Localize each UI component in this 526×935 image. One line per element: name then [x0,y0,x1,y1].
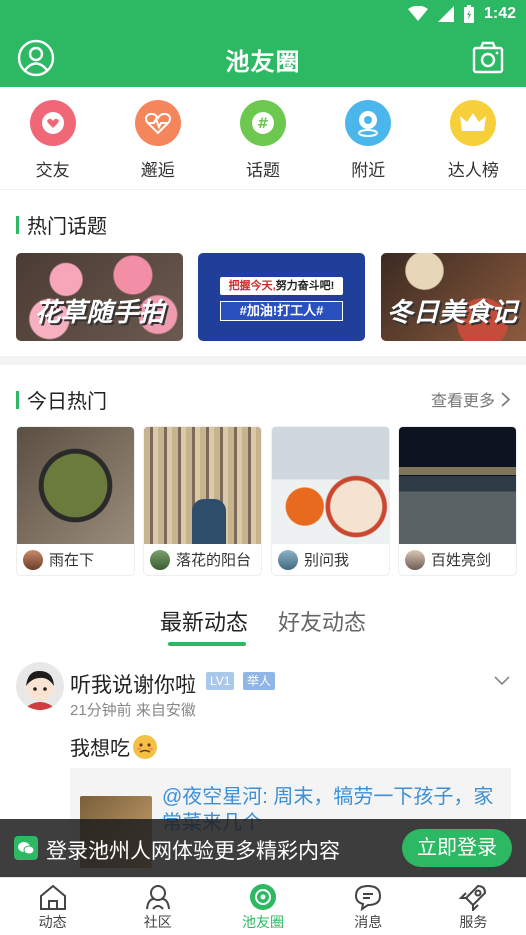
hot-user: 落花的阳台 [144,544,261,575]
topic-slogan-2: 努力奋斗吧! [275,280,335,292]
topic-text: 花草随手拍 [34,297,165,327]
hot-card[interactable]: 百姓亮剑 [398,426,517,576]
quick-label: 邂逅 [140,161,175,180]
hot-image [272,427,389,544]
app-root: 1:42 池友圈 交友 邂逅 # 话题 附近 达人榜 热门话题 花草随手拍 把握… [0,0,526,935]
section-title: 今日热门 [27,391,107,413]
avatar [405,549,425,570]
quick-menu: 交友 邂逅 # 话题 附近 达人榜 [0,87,526,190]
message-icon [355,884,382,911]
quick-label: 附近 [351,161,386,180]
today-hot-header: 今日热门 [16,385,107,414]
hot-image [17,427,134,544]
location-icon [345,100,392,146]
section-accent-bar [16,390,19,409]
status-bar: 1:42 [0,0,526,30]
login-button[interactable]: 立即登录 [402,829,512,867]
heart-icon [29,100,76,146]
quick-item-topics[interactable]: # 话题 [210,87,315,189]
topic-card-food[interactable]: 冬日美食记 [381,253,526,341]
tab-active-indicator [168,642,246,646]
avatar [150,549,170,570]
hot-username: 别问我 [304,552,350,569]
avatar [23,549,43,570]
quick-item-nearby[interactable]: 附近 [316,87,421,189]
quick-label: 达人榜 [447,161,499,180]
hot-username: 百姓亮剑 [431,552,492,569]
nav-item-community[interactable]: 社区 [105,878,210,935]
topic-text: #加油!打工人# [220,301,343,321]
home-icon [39,884,66,910]
see-more-link[interactable]: 查看更多 [431,387,510,411]
camera-icon[interactable] [472,40,504,74]
login-prompt: 登录池州人网体验更多精彩内容 [46,840,340,863]
quick-item-rankings[interactable]: 达人榜 [421,87,526,189]
bottom-nav: 动态 社区 池友圈 消息 服务 [0,877,526,935]
post-meta: 21分钟前 来自安徽 [70,702,196,719]
nav-label: 动态 [38,914,67,930]
wifi-icon [407,6,428,21]
post-author[interactable]: 听我说谢你啦 [70,669,196,699]
section-divider [0,356,526,365]
nav-item-circle[interactable]: 池友圈 [210,878,315,935]
hot-image [399,427,516,544]
avatar[interactable] [16,662,64,710]
svg-text:#: # [257,116,269,132]
hot-username: 落花的阳台 [176,552,252,569]
hot-username: 雨在下 [49,552,95,569]
page-title: 池友圈 [225,49,301,76]
hot-user: 别问我 [272,544,389,575]
login-banner: 登录池州人网体验更多精彩内容 立即登录 [0,819,526,877]
see-more-label: 查看更多 [430,393,495,410]
topic-card-flowers[interactable]: 花草随手拍 [16,253,183,341]
emoji-icon [133,734,157,759]
hot-topics-header: 热门话题 [16,210,107,239]
quick-label: 交友 [35,161,70,180]
section-title: 热门话题 [27,216,107,238]
topic-text: 冬日美食记 [387,297,518,327]
quick-item-encounter[interactable]: 邂逅 [105,87,210,189]
hot-user: 雨在下 [17,544,134,575]
nav-item-feed[interactable]: 动态 [0,878,105,935]
heartbeat-icon [134,100,181,146]
nav-item-services[interactable]: 服务 [421,878,526,935]
app-header: 池友圈 [0,30,526,87]
quick-item-dating[interactable]: 交友 [0,87,105,189]
nav-label: 服务 [459,914,488,930]
tab-latest[interactable]: 最新动态 [160,605,248,637]
hot-card[interactable]: 落花的阳台 [143,426,262,576]
community-icon [145,885,170,910]
hot-user: 百姓亮剑 [399,544,516,575]
battery-icon [463,5,474,23]
avatar [278,549,298,570]
level-badge: LV1 [206,672,235,690]
chat-app-icon [14,836,38,860]
nav-label: 池友圈 [242,914,284,930]
chevron-right-icon [501,391,510,407]
crown-icon [450,100,497,146]
rocket-icon [458,884,487,911]
tab-friends[interactable]: 好友动态 [278,605,366,637]
chevron-down-icon[interactable] [494,676,510,686]
hot-card[interactable]: 雨在下 [16,426,135,576]
post-content: 我想吃 [70,732,158,761]
nav-item-messages[interactable]: 消息 [316,878,421,935]
hot-image [144,427,261,544]
nav-label: 社区 [143,914,172,930]
nav-label: 消息 [354,914,383,930]
quick-label: 话题 [246,161,280,180]
hot-card[interactable]: 别问我 [271,426,390,576]
topic-slogan: 把握今天,努力奋斗吧! [220,277,343,295]
circle-chat-icon [250,884,276,910]
topic-card-work[interactable]: 把握今天,努力奋斗吧! #加油!打工人# [198,253,365,341]
post-text: 我想吃 [70,738,130,760]
section-accent-bar [16,215,19,234]
topic-slogan-1: 把握今天, [228,280,276,292]
rank-badge: 举人 [243,672,276,690]
signal-icon [437,6,454,22]
status-time: 1:42 [483,5,516,22]
hashtag-icon: # [240,100,286,146]
